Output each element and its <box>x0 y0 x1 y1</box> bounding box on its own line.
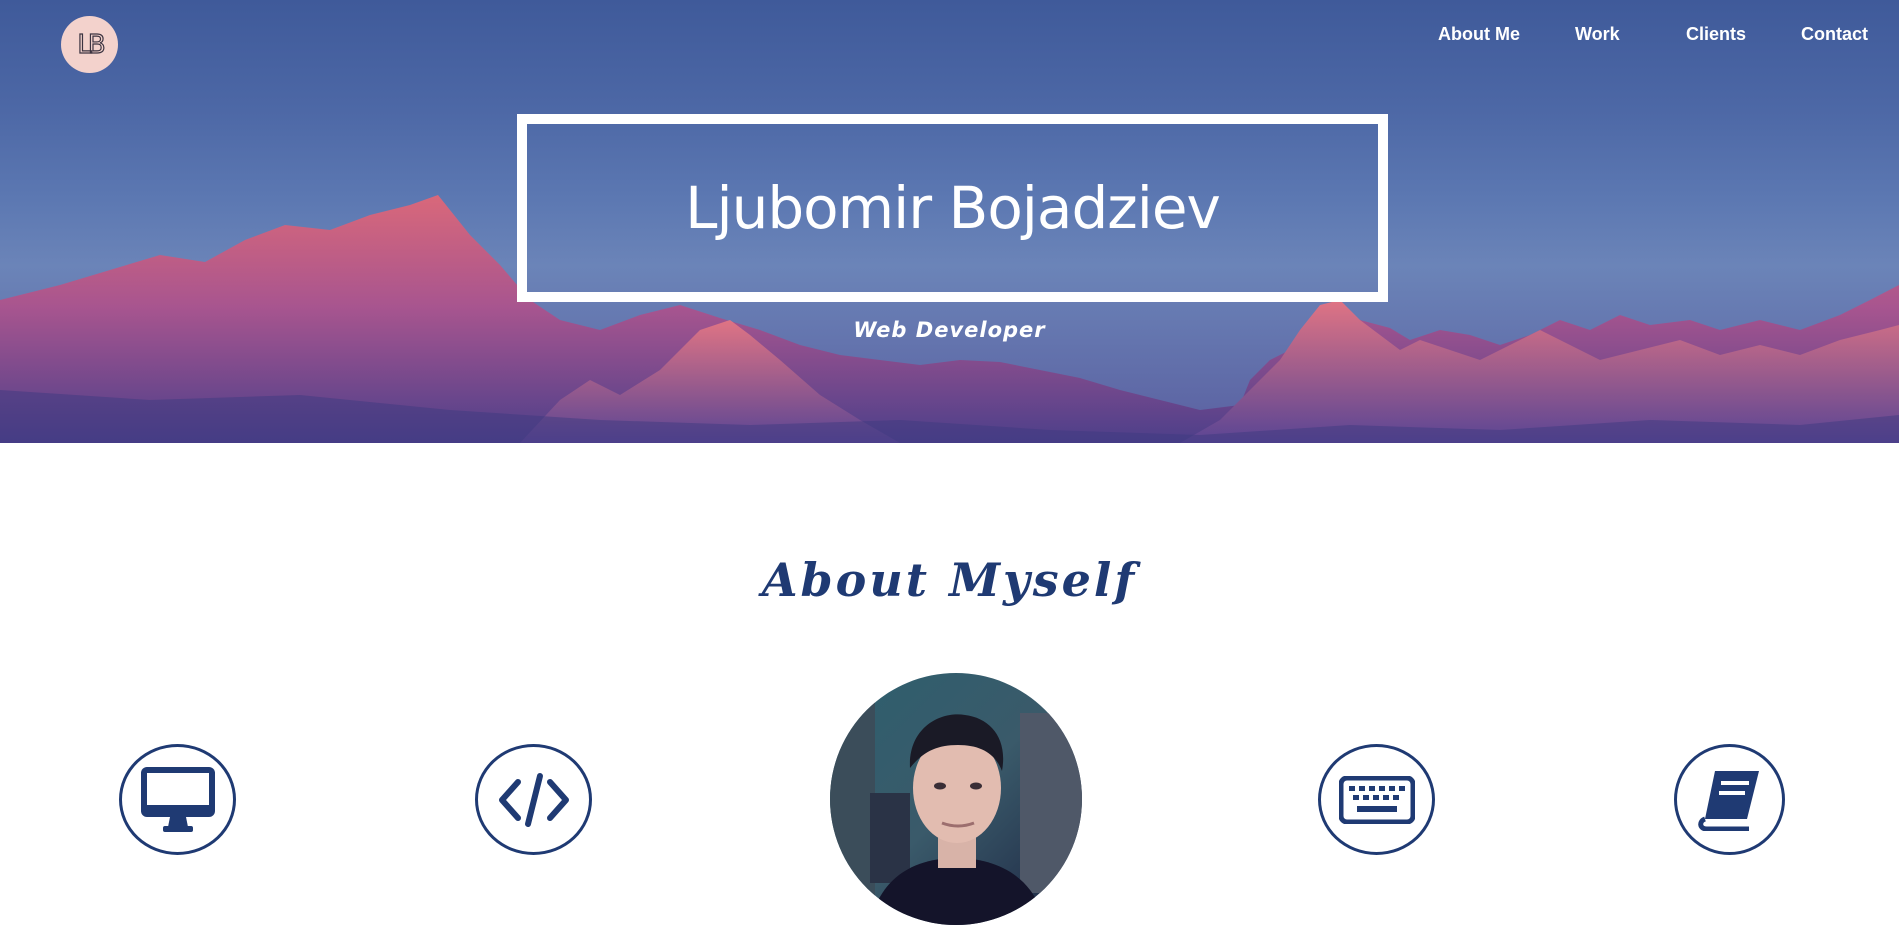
hero-banner: LB About Me Work Clients Contact Ljubomi… <box>0 0 1899 443</box>
nav-about-me[interactable]: About Me <box>1438 24 1520 45</box>
book-icon-circle <box>1674 744 1785 855</box>
name-frame: Ljubomir Bojadziev <box>517 114 1388 302</box>
book-icon <box>1697 770 1759 831</box>
keyboard-icon-circle <box>1318 744 1435 855</box>
nav-work[interactable]: Work <box>1575 24 1620 45</box>
hero-role: Web Developer <box>853 318 1046 342</box>
code-icon-circle <box>475 744 592 855</box>
logo[interactable]: LB <box>61 16 118 73</box>
code-icon <box>498 772 569 827</box>
nav-contact[interactable]: Contact <box>1801 24 1868 45</box>
nav-clients[interactable]: Clients <box>1686 24 1746 45</box>
profile-photo <box>830 673 1082 925</box>
hero-name: Ljubomir Bojadziev <box>685 174 1221 242</box>
desktop-icon-circle <box>119 744 236 855</box>
desktop-icon <box>140 766 215 832</box>
keyboard-icon <box>1338 775 1415 824</box>
about-heading: About Myself <box>761 553 1138 607</box>
